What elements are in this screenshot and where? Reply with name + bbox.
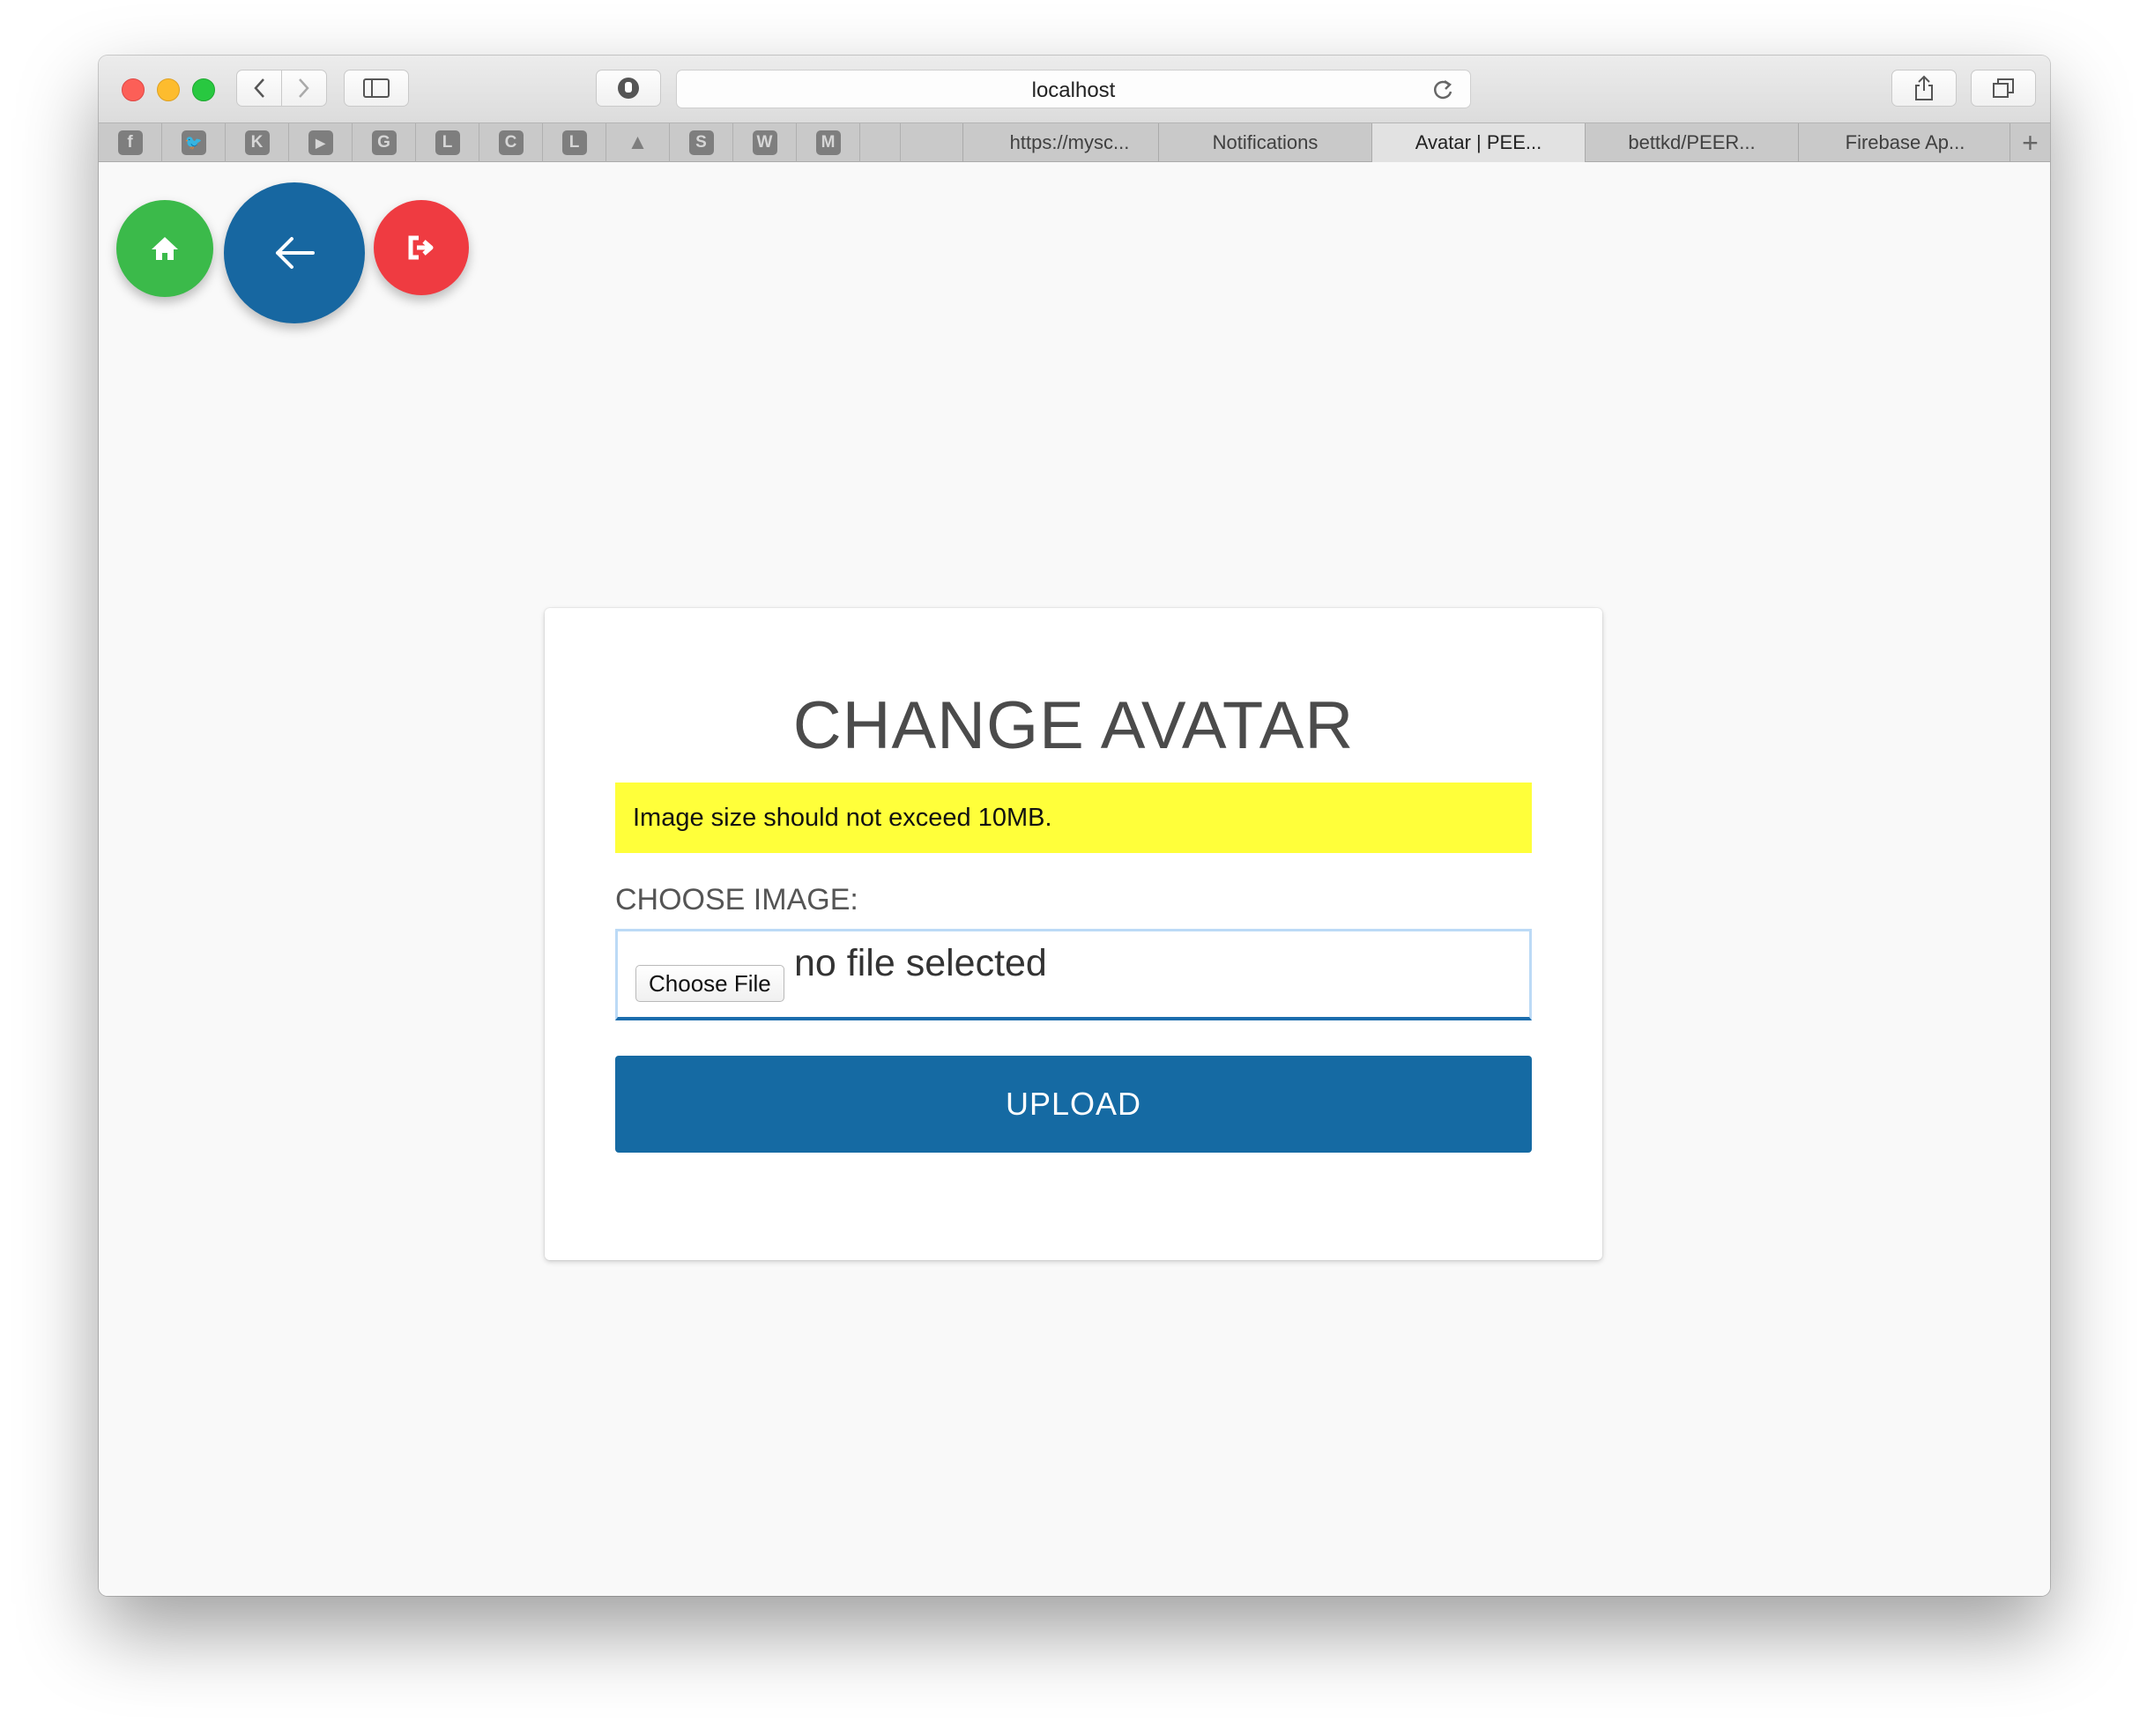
back-nav-button[interactable] bbox=[236, 70, 282, 107]
favorite-m[interactable]: M bbox=[797, 123, 860, 162]
home-icon bbox=[152, 237, 178, 260]
favorite-l[interactable]: L bbox=[416, 123, 479, 162]
favorite-k[interactable]: K bbox=[226, 123, 289, 162]
l-bookmark-icon: L bbox=[435, 130, 460, 155]
sidebar-icon bbox=[363, 78, 390, 98]
tab-overview-button[interactable] bbox=[1971, 70, 2036, 107]
m-bookmark-icon: M bbox=[815, 130, 841, 155]
favorite-drive[interactable]: ▲ bbox=[606, 123, 670, 162]
favorite-l-2[interactable]: L bbox=[543, 123, 606, 162]
minimize-window-button[interactable] bbox=[157, 78, 180, 101]
home-button[interactable] bbox=[116, 200, 213, 297]
title-bar: localhost bbox=[99, 56, 2050, 122]
file-input[interactable]: Choose File no file selected bbox=[615, 929, 1532, 1020]
tab-notifications[interactable]: Notifications bbox=[1158, 123, 1371, 162]
chevron-right-icon bbox=[299, 78, 309, 98]
tab-github[interactable]: bettkd/PEER... bbox=[1585, 123, 1798, 162]
tab-avatar[interactable]: Avatar | PEE... bbox=[1371, 123, 1585, 162]
shield-icon bbox=[618, 78, 639, 99]
address-bar[interactable]: localhost bbox=[676, 70, 1471, 108]
favorite-facebook[interactable]: f bbox=[99, 123, 162, 162]
maximize-window-button[interactable] bbox=[192, 78, 215, 101]
favorites-spacer bbox=[860, 123, 901, 162]
file-status-text: no file selected bbox=[794, 942, 1047, 984]
privacy-extension-button[interactable] bbox=[596, 70, 661, 107]
favorites-and-tabs-bar: f 🐦 K ▶ G L C L ▲ S W M https://mysc... … bbox=[99, 122, 2050, 162]
size-notice: Image size should not exceed 10MB. bbox=[615, 783, 1532, 853]
arrow-left-icon bbox=[276, 237, 315, 269]
l-bookmark-icon-2: L bbox=[561, 130, 587, 155]
youtube-icon: ▶ bbox=[308, 130, 333, 155]
browser-window: localhost f 🐦 K ▶ G L C L ▲ S W M https:… bbox=[99, 56, 2050, 1596]
w-bookmark-icon: W bbox=[752, 130, 777, 155]
g-bookmark-icon: G bbox=[371, 130, 397, 155]
google-drive-icon: ▲ bbox=[627, 130, 649, 154]
logout-button[interactable] bbox=[374, 200, 469, 295]
url-text: localhost bbox=[1031, 78, 1116, 102]
favorite-g[interactable]: G bbox=[353, 123, 416, 162]
c-bookmark-icon: C bbox=[498, 130, 524, 155]
card-title: CHANGE AVATAR bbox=[792, 688, 1355, 763]
tab-firebase[interactable]: Firebase Ap... bbox=[1798, 123, 2011, 162]
favorite-c[interactable]: C bbox=[479, 123, 543, 162]
tabs-overview-icon bbox=[1993, 78, 2014, 98]
chevron-left-icon bbox=[254, 78, 264, 98]
tab-myschool[interactable]: https://mysc... bbox=[962, 123, 1176, 162]
new-tab-button[interactable]: + bbox=[2010, 123, 2050, 162]
page-content: CHANGE AVATAR Image size should not exce… bbox=[99, 162, 2050, 1596]
favorite-youtube[interactable]: ▶ bbox=[289, 123, 353, 162]
choose-image-label: CHOOSE IMAGE: bbox=[615, 883, 858, 916]
change-avatar-card: CHANGE AVATAR Image size should not exce… bbox=[545, 608, 1602, 1260]
share-button[interactable] bbox=[1891, 70, 1957, 107]
favorite-s[interactable]: S bbox=[670, 123, 733, 162]
upload-button[interactable]: UPLOAD bbox=[615, 1056, 1532, 1153]
sidebar-toggle-button[interactable] bbox=[344, 70, 409, 107]
favorite-w[interactable]: W bbox=[733, 123, 797, 162]
size-notice-text: Image size should not exceed 10MB. bbox=[633, 803, 1052, 832]
logout-icon bbox=[408, 235, 434, 260]
share-icon bbox=[1915, 75, 1933, 100]
close-window-button[interactable] bbox=[122, 78, 145, 101]
forward-nav-button[interactable] bbox=[281, 70, 327, 107]
k-bookmark-icon: K bbox=[244, 130, 270, 155]
s-bookmark-icon: S bbox=[688, 130, 714, 155]
back-button[interactable] bbox=[224, 182, 365, 323]
twitter-icon: 🐦 bbox=[181, 130, 206, 155]
reload-icon[interactable] bbox=[1431, 78, 1454, 102]
facebook-icon: f bbox=[117, 130, 143, 155]
favorite-twitter[interactable]: 🐦 bbox=[162, 123, 226, 162]
choose-file-button[interactable]: Choose File bbox=[635, 965, 784, 1002]
